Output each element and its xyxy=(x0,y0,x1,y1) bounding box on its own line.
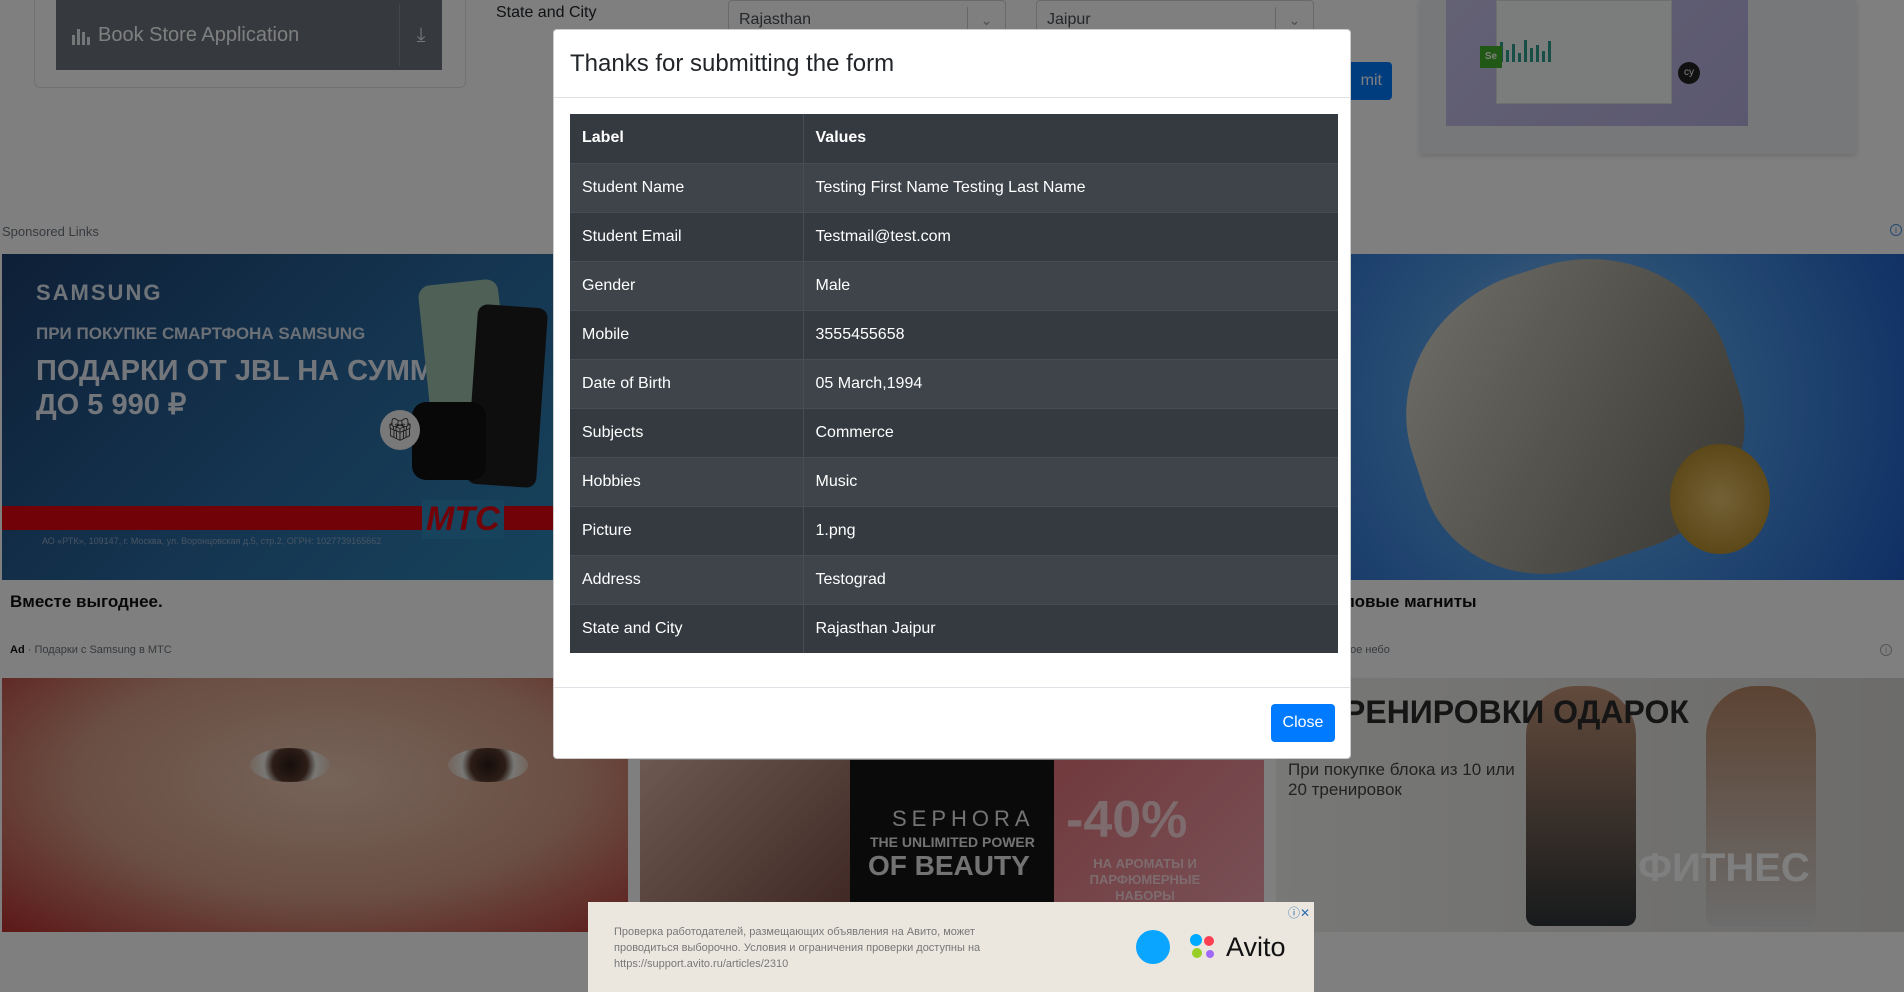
ad-close-icon[interactable]: ⓘ✕ xyxy=(1288,904,1310,921)
row-value: Testing First Name Testing Last Name xyxy=(803,162,1338,212)
row-value: Testmail@test.com xyxy=(803,211,1338,261)
submission-table: Label Values Student Name Testing First N… xyxy=(570,114,1338,653)
avito-logo-icon xyxy=(1190,933,1218,962)
row-label: Date of Birth xyxy=(570,358,804,408)
table-row: Student Email Testmail@test.com xyxy=(570,211,1338,261)
avito-brand: Avito xyxy=(1226,932,1286,962)
row-value: Rajasthan Jaipur xyxy=(803,603,1338,653)
row-value: Male xyxy=(803,260,1338,310)
modal-body: Label Values Student Name Testing First N… xyxy=(554,98,1350,669)
table-row: Date of Birth 05 March,1994 xyxy=(570,358,1338,408)
table-row: Mobile 3555455658 xyxy=(570,309,1338,359)
ad-graphic xyxy=(1136,930,1170,964)
table-row: Hobbies Music xyxy=(570,456,1338,506)
row-value: 3555455658 xyxy=(803,309,1338,359)
row-label: Subjects xyxy=(570,407,804,457)
avito-logo: Avito xyxy=(1190,932,1286,963)
table-header-row: Label Values xyxy=(570,114,1338,163)
modal-footer: Close xyxy=(554,687,1350,759)
row-value: Testograd xyxy=(803,554,1338,604)
table-row: State and City Rajasthan Jaipur xyxy=(570,603,1338,653)
row-label: State and City xyxy=(570,603,804,653)
table-row: Gender Male xyxy=(570,260,1338,310)
row-label: Gender xyxy=(570,260,804,310)
row-value: 05 March,1994 xyxy=(803,358,1338,408)
table-row: Student Name Testing First Name Testing L… xyxy=(570,162,1338,212)
row-value: Commerce xyxy=(803,407,1338,457)
modal-title: Thanks for submitting the form xyxy=(570,50,895,77)
submission-modal: Thanks for submitting the form Label Val… xyxy=(553,29,1351,759)
table-row: Subjects Commerce xyxy=(570,407,1338,457)
ad-avito-banner[interactable]: Проверка работодателей, размещающих объя… xyxy=(588,902,1314,992)
row-label: Student Name xyxy=(570,162,804,212)
ad-text: Проверка работодателей, размещающих объя… xyxy=(614,926,981,970)
table-row: Picture 1.png xyxy=(570,505,1338,555)
row-label: Picture xyxy=(570,505,804,555)
modal-header: Thanks for submitting the form xyxy=(554,30,1350,98)
row-label: Address xyxy=(570,554,804,604)
close-button[interactable]: Close xyxy=(1271,704,1335,742)
row-label: Mobile xyxy=(570,309,804,359)
column-header-label: Label xyxy=(570,114,804,163)
table-row: Address Testograd xyxy=(570,554,1338,604)
row-value: Music xyxy=(803,456,1338,506)
row-label: Hobbies xyxy=(570,456,804,506)
row-label: Student Email xyxy=(570,211,804,261)
row-value: 1.png xyxy=(803,505,1338,555)
column-header-values: Values xyxy=(815,129,867,147)
